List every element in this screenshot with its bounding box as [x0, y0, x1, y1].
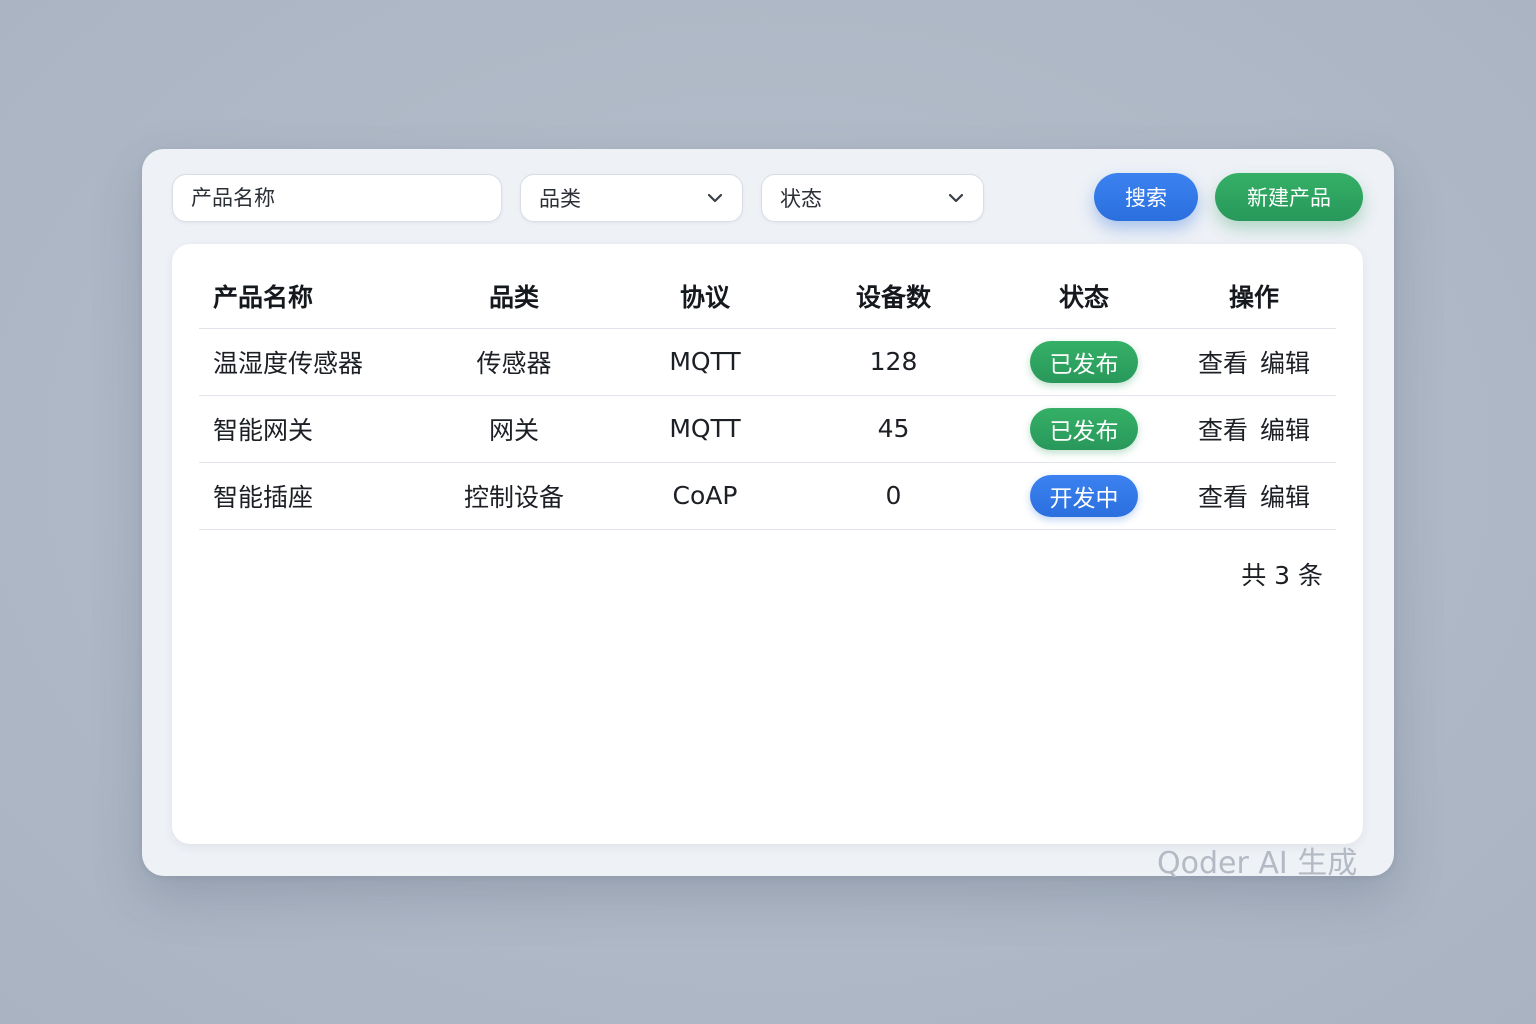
cell-protocol: CoAP	[619, 462, 791, 530]
cell-device-count: 128	[791, 328, 996, 396]
status-select[interactable]: 状态	[761, 174, 984, 222]
category-select-label: 品类	[539, 187, 581, 211]
cell-status: 已发布	[996, 395, 1172, 463]
cell-status: 已发布	[996, 328, 1172, 396]
cell-actions: 查看 编辑	[1172, 395, 1336, 463]
table-row: 智能插座 控制设备 CoAP 0 开发中 查看 编辑	[199, 462, 1336, 530]
cell-product-name: 智能插座	[199, 462, 409, 530]
cell-category: 传感器	[409, 328, 619, 396]
product-table: 产品名称 品类 协议 设备数 状态 操作 温湿度传感器 传感器 MQTT 128…	[199, 264, 1336, 530]
create-product-button[interactable]: 新建产品	[1215, 173, 1363, 221]
cell-device-count: 0	[791, 462, 996, 530]
edit-link[interactable]: 编辑	[1260, 483, 1310, 512]
cell-actions: 查看 编辑	[1172, 462, 1336, 530]
column-header-actions: 操作	[1172, 264, 1336, 329]
cell-category: 网关	[409, 395, 619, 463]
table-row: 智能网关 网关 MQTT 45 已发布 查看 编辑	[199, 395, 1336, 463]
chevron-down-icon	[707, 193, 723, 203]
product-name-input[interactable]	[172, 174, 502, 222]
column-header-name: 产品名称	[199, 264, 409, 329]
total-count: 共 3 条	[1241, 561, 1323, 590]
status-select-label: 状态	[780, 187, 822, 211]
view-link[interactable]: 查看	[1198, 416, 1248, 445]
table-header-row: 产品名称 品类 协议 设备数 状态 操作	[199, 264, 1336, 329]
status-badge: 已发布	[1030, 340, 1138, 383]
cell-product-name: 温湿度传感器	[199, 328, 409, 396]
chevron-down-icon	[948, 193, 964, 203]
edit-link[interactable]: 编辑	[1260, 349, 1310, 378]
cell-category: 控制设备	[409, 462, 619, 530]
table-row: 温湿度传感器 传感器 MQTT 128 已发布 查看 编辑	[199, 328, 1336, 396]
view-link[interactable]: 查看	[1198, 349, 1248, 378]
status-badge: 已发布	[1030, 407, 1138, 450]
cell-product-name: 智能网关	[199, 395, 409, 463]
column-header-protocol: 协议	[619, 264, 791, 329]
column-header-status: 状态	[996, 264, 1172, 329]
view-link[interactable]: 查看	[1198, 483, 1248, 512]
category-select[interactable]: 品类	[520, 174, 743, 222]
product-table-card: 产品名称 品类 协议 设备数 状态 操作 温湿度传感器 传感器 MQTT 128…	[172, 244, 1363, 844]
cell-actions: 查看 编辑	[1172, 328, 1336, 396]
column-header-category: 品类	[409, 264, 619, 329]
edit-link[interactable]: 编辑	[1260, 416, 1310, 445]
status-badge: 开发中	[1030, 474, 1138, 517]
cell-protocol: MQTT	[619, 395, 791, 463]
column-header-devices: 设备数	[791, 264, 996, 329]
cell-protocol: MQTT	[619, 328, 791, 396]
cell-device-count: 45	[791, 395, 996, 463]
product-list-panel: 品类 状态 搜索 新建产品 产品名称 品类 协议 设备数 状态 操作	[142, 149, 1394, 876]
search-button[interactable]: 搜索	[1094, 173, 1198, 221]
product-name-field[interactable]	[191, 186, 501, 210]
cell-status: 开发中	[996, 462, 1172, 530]
watermark: Qoder AI 生成	[1157, 846, 1358, 881]
